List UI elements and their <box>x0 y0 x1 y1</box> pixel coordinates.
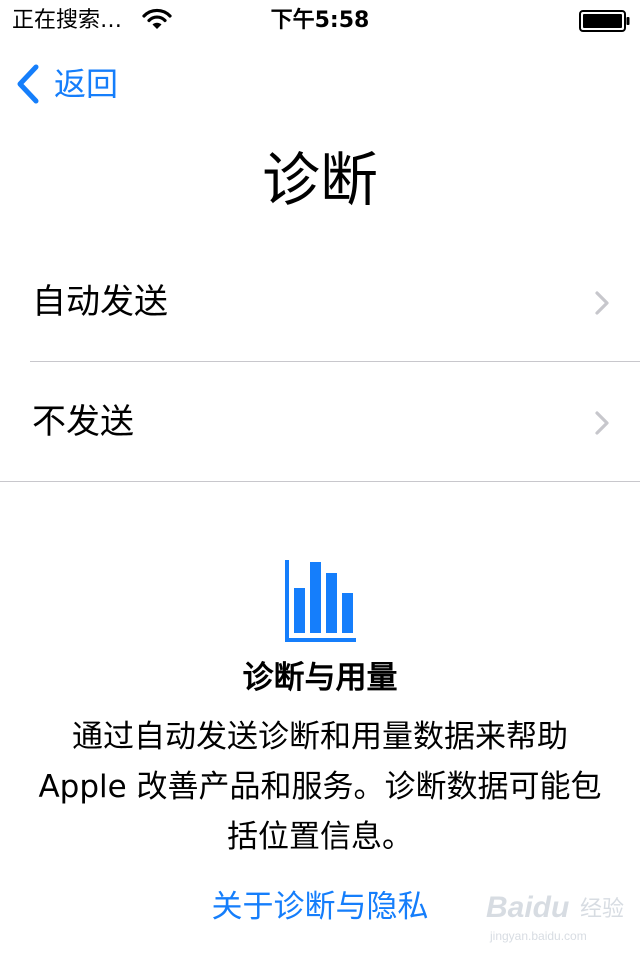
watermark: Baidu 经验 jingyan.baidu.com <box>482 888 632 950</box>
page-title: 诊断 <box>261 146 378 214</box>
option-label: 自动发送 <box>32 282 168 322</box>
watermark-brand: Baidu <box>486 891 570 924</box>
info-description: 通过自动发送诊断和用量数据来帮助 Apple 改善产品和服务。诊断数据可能包括位… <box>38 719 602 855</box>
bar-chart-icon <box>285 560 356 642</box>
info-title: 诊断与用量 <box>242 660 398 696</box>
option-dont-send[interactable]: 不发送 <box>0 362 640 481</box>
watermark-url: jingyan.baidu.com <box>490 929 587 943</box>
option-label: 不发送 <box>32 402 134 442</box>
status-time: 下午5:58 <box>270 8 370 33</box>
divider <box>0 481 640 482</box>
back-label: 返回 <box>54 65 119 103</box>
option-auto-send[interactable]: 自动发送 <box>0 242 640 361</box>
chevron-left-icon <box>17 64 39 104</box>
status-bar: 正在搜索… 下午5:58 <box>0 0 640 40</box>
chevron-right-icon <box>595 411 609 435</box>
chevron-right-icon <box>595 291 609 315</box>
watermark-label: 经验 <box>580 897 625 922</box>
send-options-list: 自动发送 不发送 <box>0 242 640 482</box>
battery-icon <box>579 10 630 32</box>
back-button[interactable]: 返回 <box>14 60 118 108</box>
